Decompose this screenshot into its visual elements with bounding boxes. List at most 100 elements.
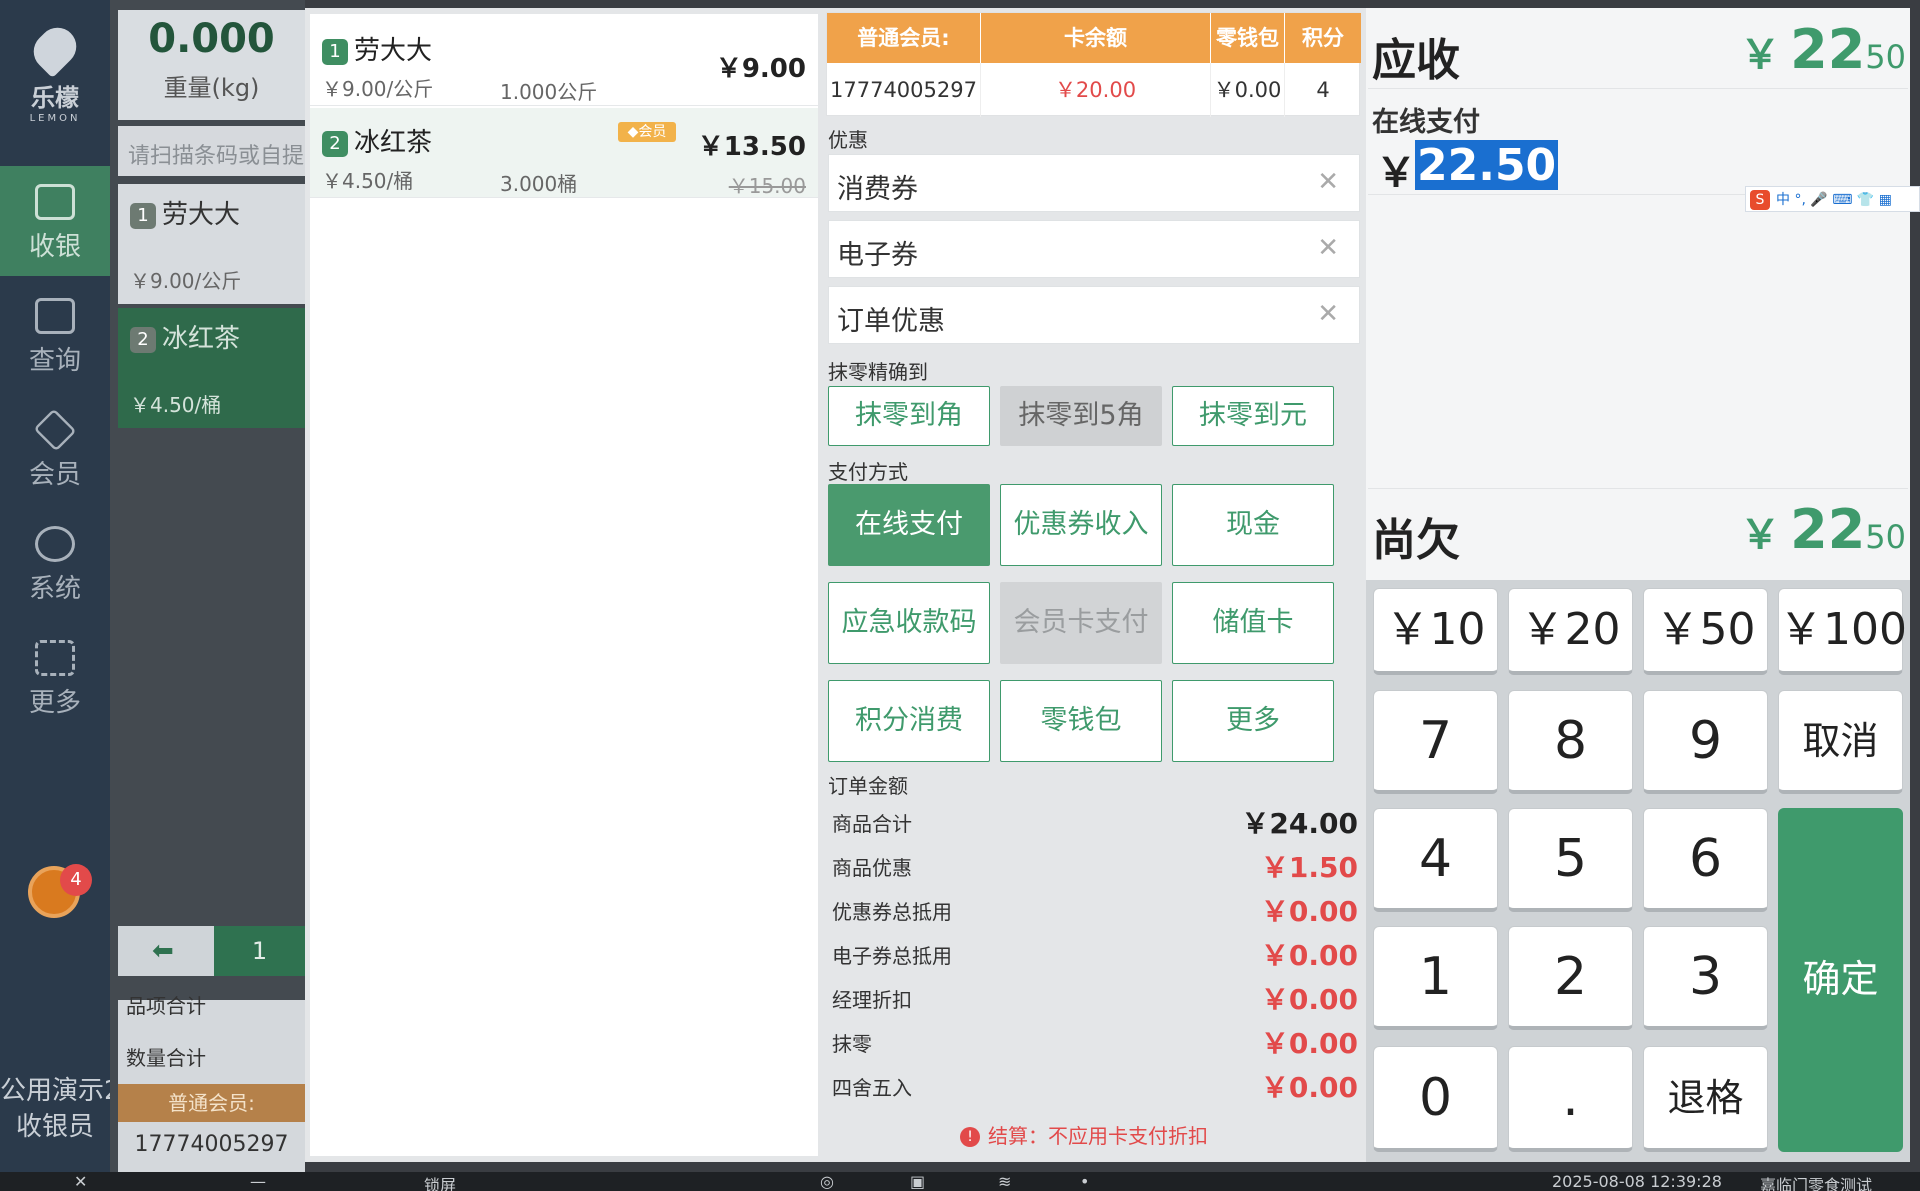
wifi-icon: ≋ <box>998 1172 1012 1191</box>
outstanding-label: 尚欠 <box>1372 515 1460 566</box>
order-item[interactable]: 1 劳大大 ￥9.00/公斤 1.000公斤 ￥9.00 <box>310 16 818 106</box>
app-logo: 乐檬 LEMON <box>0 0 110 150</box>
round-jiao-button[interactable]: 抹零到角 <box>828 386 990 446</box>
ime-tools[interactable]: °, 🎤 ⌨ 👕 ▦ <box>1794 192 1892 208</box>
background-member-card: 普通会员: 17774005297 <box>118 1000 305 1172</box>
notification-badge: 4 <box>60 864 92 896</box>
product-index: 1 <box>130 203 156 229</box>
nav-query[interactable]: 查询 <box>0 280 110 390</box>
summary-row: 电子券总抵用 ￥0.00 <box>832 934 1358 972</box>
pay-online-button[interactable]: 在线支付 <box>828 484 990 566</box>
summary-value: ￥0.00 <box>1260 939 1358 972</box>
key-5-button[interactable]: 5 <box>1508 808 1633 912</box>
product-tile[interactable]: 1 劳大大 ￥9.00/公斤 <box>118 184 305 304</box>
summary-label: 优惠券总抵用 <box>832 900 952 924</box>
divider <box>1368 88 1908 89</box>
status-dot-icon: • <box>1080 1172 1090 1191</box>
key-4-button[interactable]: 4 <box>1373 808 1498 912</box>
online-pay-input[interactable]: 22.50 <box>1415 140 1559 191</box>
product-price: ￥4.50/桶 <box>130 393 222 417</box>
order-index: 1 <box>322 39 348 65</box>
pay-points-button[interactable]: 积分消费 <box>828 680 990 762</box>
order-discount-field[interactable]: 订单优惠 ✕ <box>828 286 1360 344</box>
product-index: 2 <box>130 327 156 353</box>
pay-member-card-button[interactable]: 会员卡支付 <box>1000 582 1162 664</box>
points-value: 4 <box>1316 78 1330 102</box>
key-2-button[interactable]: 2 <box>1508 926 1633 1030</box>
summary-label: 商品优惠 <box>832 856 912 880</box>
nav-cashier[interactable]: 收银 <box>0 166 110 276</box>
back-arrow-icon[interactable]: ⬅ <box>152 936 174 966</box>
order-qty: 3.000桶 <box>500 172 578 196</box>
confirm-button[interactable]: 确定 <box>1778 808 1903 1152</box>
round-5jiao-button[interactable]: 抹零到5角 <box>1000 386 1162 446</box>
summary-value: ￥24.00 <box>1241 807 1358 840</box>
key-1-button[interactable]: 1 <box>1373 926 1498 1030</box>
clear-icon[interactable]: ✕ <box>1317 233 1339 263</box>
nav-member[interactable]: 会员 <box>0 394 110 504</box>
taskbar: ✕ — 锁屏 ◎ ▣ ≋ • 2025-08-08 12:39:28 嘉临门零食… <box>0 1172 1920 1191</box>
member-badge: ◆会员 <box>618 122 676 142</box>
member-phone: 17774005297 <box>134 1132 289 1157</box>
globe-icon: ◎ <box>820 1172 834 1191</box>
member-phone: 17774005297 <box>827 63 981 117</box>
ime-toolbar[interactable]: S中 °, 🎤 ⌨ 👕 ▦ <box>1745 186 1920 212</box>
backspace-button[interactable]: 退格 <box>1643 1046 1768 1152</box>
pay-more-button[interactable]: 更多 <box>1172 680 1334 762</box>
minimize-icon[interactable]: — <box>250 1172 266 1191</box>
summary-label: 四舍五入 <box>832 1076 912 1100</box>
pay-stored-value-button[interactable]: 储值卡 <box>1172 582 1334 664</box>
nav-member-label: 会员 <box>28 460 81 490</box>
order-index: 2 <box>322 131 348 157</box>
close-icon[interactable]: ✕ <box>74 1172 87 1191</box>
pager-bar: ⬅ 1 <box>118 926 305 976</box>
member-type-label: 普通会员: <box>118 1084 305 1122</box>
clear-icon[interactable]: ✕ <box>1317 299 1339 329</box>
pay-emergency-qr-button[interactable]: 应急收款码 <box>828 582 990 664</box>
qty-total-label: 数量合计 <box>126 1046 206 1070</box>
order-name: 劳大大 <box>354 36 433 66</box>
ime-mode[interactable]: 中 <box>1776 192 1790 208</box>
key-9-button[interactable]: 9 <box>1643 690 1768 794</box>
member-badge-label: 会员 <box>638 124 667 140</box>
key-6-button[interactable]: 6 <box>1643 808 1768 912</box>
key-8-button[interactable]: 8 <box>1508 690 1633 794</box>
quick-amount-100-button[interactable]: ￥100 <box>1778 588 1907 675</box>
clear-icon[interactable]: ✕ <box>1317 167 1339 197</box>
nav-more[interactable]: 更多 <box>0 622 110 732</box>
key-0-button[interactable]: 0 <box>1373 1046 1498 1152</box>
pay-wallet-button[interactable]: 零钱包 <box>1000 680 1162 762</box>
summary-label: 抹零 <box>832 1032 872 1056</box>
lock-screen-button[interactable]: 锁屏 <box>424 1172 456 1191</box>
discount-section-label: 优惠 <box>828 128 868 152</box>
quick-amount-10-button[interactable]: ￥10 <box>1373 588 1498 675</box>
order-item[interactable]: 2 冰红茶 ￥4.50/桶 3.000桶 ◆会员 ￥13.50 ￥15.00 <box>310 108 818 198</box>
key-3-button[interactable]: 3 <box>1643 926 1768 1030</box>
consumption-coupon-field[interactable]: 消费券 ✕ <box>828 154 1360 212</box>
cashier-icon <box>35 184 75 220</box>
summary-row: 四舍五入 ￥0.00 <box>832 1066 1358 1104</box>
nav-system[interactable]: 系统 <box>0 508 110 618</box>
e-coupon-field[interactable]: 电子券 ✕ <box>828 220 1360 278</box>
cancel-button[interactable]: 取消 <box>1778 690 1903 794</box>
summary-value: ￥0.00 <box>1260 1071 1358 1104</box>
product-tile-selected[interactable]: 2 冰红茶 ￥4.50/桶 <box>118 308 305 428</box>
nav-system-label: 系统 <box>28 574 81 604</box>
order-amount-label: 订单金额 <box>828 774 908 798</box>
items-total-label: 品项合计 <box>126 994 206 1018</box>
quick-amount-20-button[interactable]: ￥20 <box>1508 588 1633 675</box>
member-type-header: 普通会员: <box>827 13 981 63</box>
nav-cashier-label: 收银 <box>28 232 81 262</box>
amount-integer: 22 <box>1790 498 1866 561</box>
product-name: 劳大大 <box>162 200 241 230</box>
quick-amount-50-button[interactable]: ￥50 <box>1643 588 1768 675</box>
summary-label: 经理折扣 <box>832 988 912 1012</box>
round-yuan-button[interactable]: 抹零到元 <box>1172 386 1334 446</box>
key-decimal-button[interactable]: . <box>1508 1046 1633 1152</box>
summary-row: 商品合计 ￥24.00 <box>832 802 1358 840</box>
pay-coupon-income-button[interactable]: 优惠券收入 <box>1000 484 1162 566</box>
key-7-button[interactable]: 7 <box>1373 690 1498 794</box>
user-role: 收银员 <box>15 1112 94 1142</box>
scan-input[interactable]: 请扫描条码或自提 <box>118 126 305 176</box>
pay-cash-button[interactable]: 现金 <box>1172 484 1334 566</box>
